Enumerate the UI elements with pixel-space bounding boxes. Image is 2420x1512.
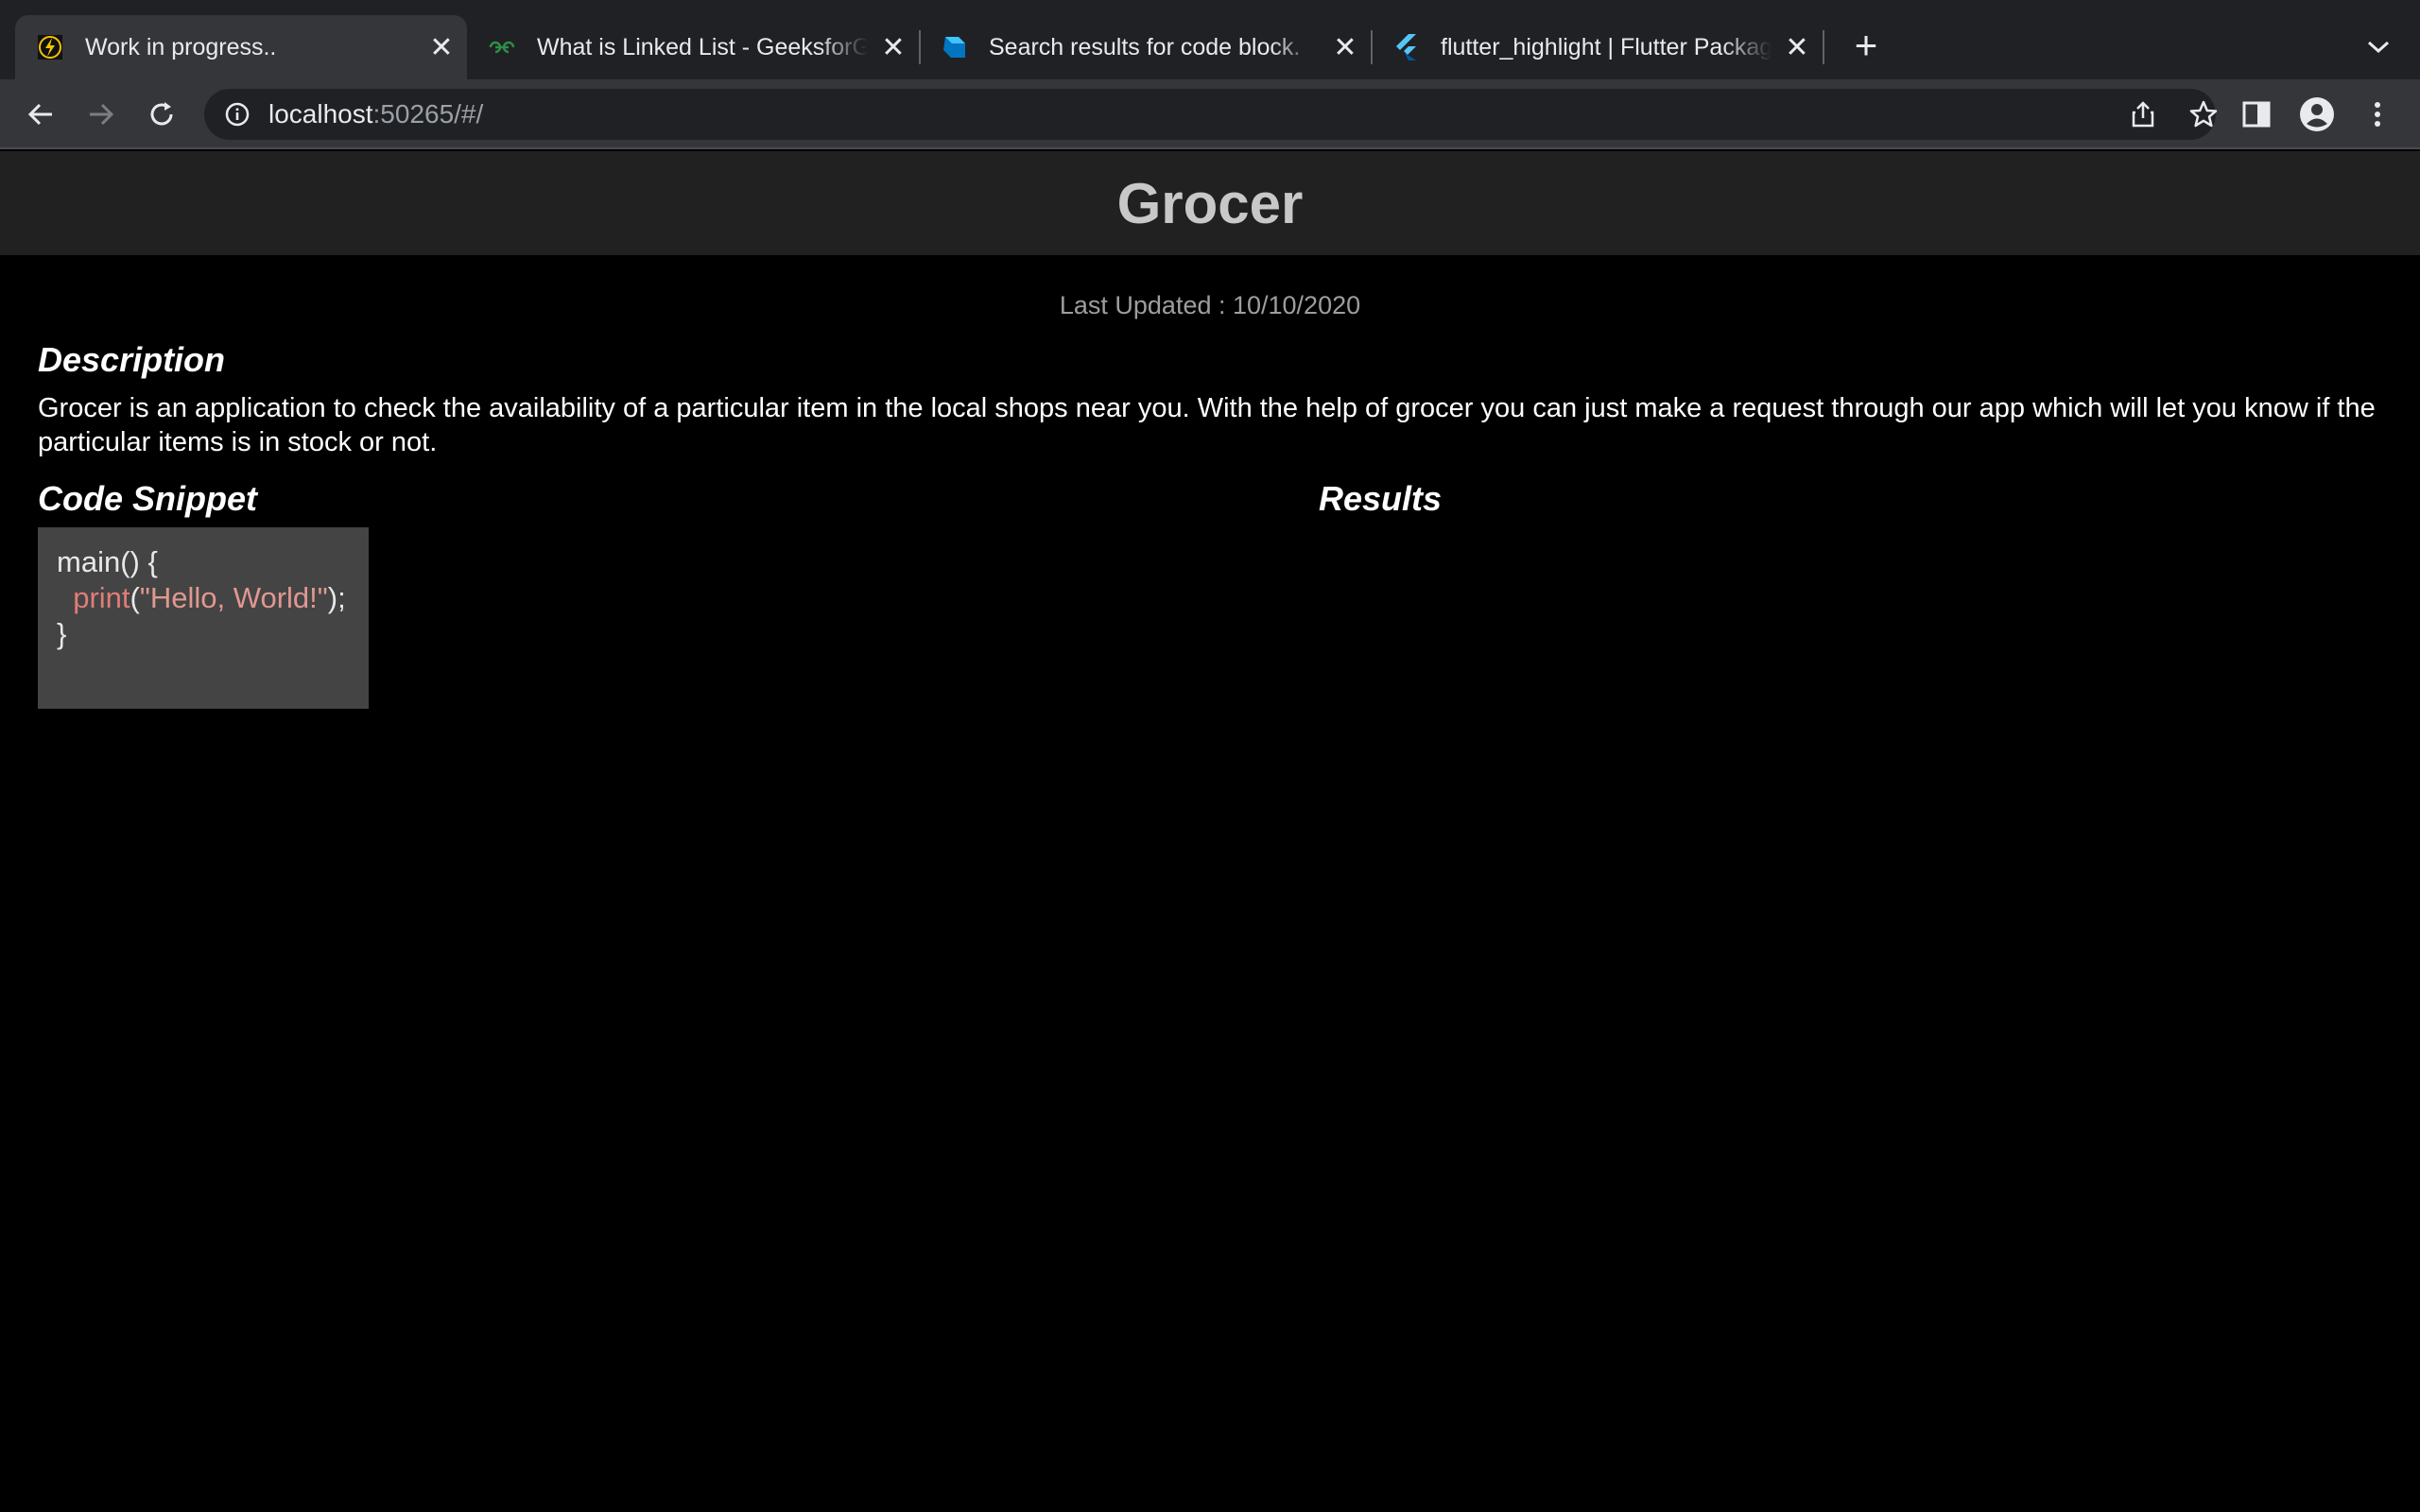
app-bar: Grocer	[0, 151, 2420, 255]
url-path: :50265/#/	[372, 99, 484, 129]
tab-dart-search[interactable]: Search results for code block. ✕	[919, 15, 1371, 79]
site-info-icon[interactable]	[223, 100, 251, 129]
back-arrow-icon[interactable]	[19, 93, 62, 136]
close-tab-icon[interactable]: ✕	[1783, 32, 1811, 63]
page-title: Grocer	[1116, 171, 1304, 235]
address-bar[interactable]: localhost:50265/#/	[204, 89, 2218, 140]
tab-title: What is Linked List - GeeksforGeeks	[537, 33, 868, 60]
tab-search-chevron-icon[interactable]	[2360, 28, 2397, 66]
code-function-name: print	[73, 581, 130, 614]
tab-separator	[1823, 30, 1824, 64]
code-line-1: main() {	[57, 545, 158, 578]
new-tab-button[interactable]: +	[1845, 26, 1887, 68]
profile-avatar-icon[interactable]	[2295, 93, 2339, 136]
close-tab-icon[interactable]: ✕	[1331, 32, 1359, 63]
code-close: );	[327, 581, 346, 614]
tab-work-in-progress[interactable]: Work in progress.. ✕	[15, 15, 467, 79]
side-panel-icon[interactable]	[2235, 93, 2278, 136]
tab-title: Work in progress..	[85, 33, 277, 60]
code-snippet-block: main() { print("Hello, World!"); }	[38, 527, 369, 709]
url-text: localhost:50265/#/	[268, 99, 483, 129]
tab-geeksforgeeks[interactable]: What is Linked List - GeeksforGeeks ✕	[467, 15, 919, 79]
flutter-favicon-icon	[1392, 33, 1420, 61]
code-snippet-heading: Code Snippet	[38, 479, 257, 518]
tab-title: flutter_highlight | Flutter Package	[1441, 33, 1772, 60]
description-heading: Description	[38, 340, 226, 379]
bookmark-star-icon[interactable]	[2189, 100, 2218, 129]
code-line-3: }	[57, 617, 67, 650]
forward-arrow-icon[interactable]	[79, 93, 123, 136]
dart-favicon-icon	[940, 33, 968, 61]
code-string-literal: "Hello, World!"	[139, 581, 328, 614]
tab-title: Search results for code block.	[989, 33, 1301, 60]
code-open-paren: (	[130, 581, 140, 614]
results-heading: Results	[1319, 479, 1443, 518]
browser-toolbar: localhost:50265/#/	[0, 79, 2420, 149]
description-text: Grocer is an application to check the av…	[38, 393, 2376, 457]
geeksforgeeks-favicon-icon	[488, 33, 516, 61]
close-tab-icon[interactable]: ✕	[879, 32, 908, 63]
tab-strip: Work in progress.. ✕ What is Linked List…	[0, 0, 2420, 79]
last-updated-text: Last Updated : 10/10/2020	[1059, 291, 1361, 319]
close-tab-icon[interactable]: ✕	[427, 32, 456, 63]
reload-icon[interactable]	[140, 93, 183, 136]
url-host: localhost	[268, 99, 373, 129]
more-menu-icon[interactable]	[2356, 93, 2399, 136]
bolt-favicon-icon	[36, 33, 64, 61]
tab-flutter-highlight[interactable]: flutter_highlight | Flutter Package ✕	[1371, 15, 1823, 79]
share-icon[interactable]	[2129, 100, 2157, 129]
